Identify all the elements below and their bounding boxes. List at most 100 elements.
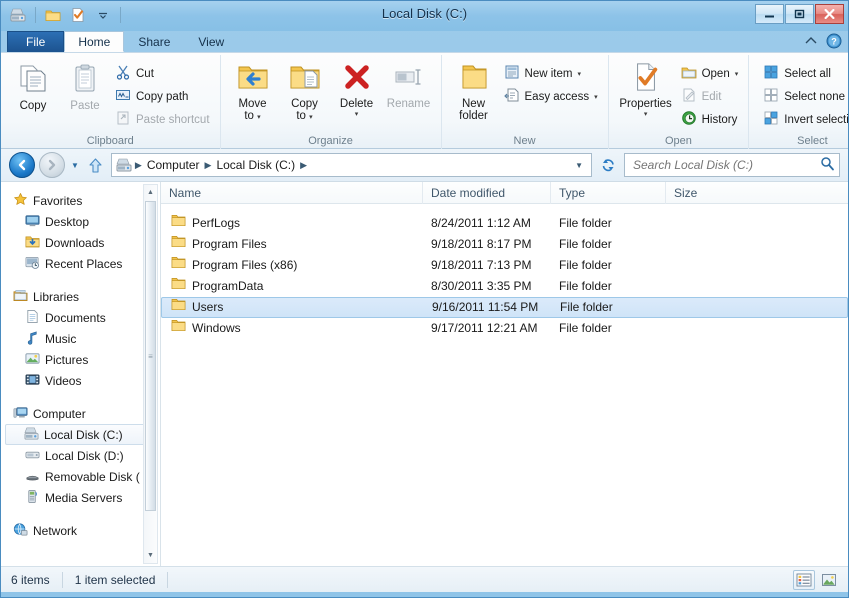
file-name-cell: Users: [162, 297, 424, 318]
select-none-label: Select none: [784, 90, 845, 103]
nav-header-libraries[interactable]: Libraries: [1, 286, 160, 307]
new-item-button[interactable]: New item ▾: [500, 63, 602, 84]
nav-header-favorites[interactable]: Favorites: [1, 190, 160, 211]
edit-button[interactable]: Edit: [677, 86, 743, 107]
table-row[interactable]: Windows 9/17/2011 12:21 AM File folder: [161, 318, 848, 339]
ribbon-group-organize: Move to ▾ Copy to ▾ Delete ▾ Rename Orga…: [219, 55, 441, 149]
nav-header-network[interactable]: Network: [1, 520, 160, 541]
sidebar-item-media-servers[interactable]: Media Servers: [1, 487, 160, 508]
select-none-button[interactable]: Select none: [759, 86, 848, 107]
history-button[interactable]: History: [677, 109, 743, 130]
sidebar-item-local-disk-d[interactable]: Local Disk (D:): [1, 445, 160, 466]
up-button[interactable]: [85, 153, 107, 177]
table-row[interactable]: ProgramData 8/30/2011 3:35 PM File folde…: [161, 276, 848, 297]
select-all-button[interactable]: Select all: [759, 63, 848, 84]
open-button[interactable]: Open ▾: [677, 63, 743, 84]
easy-access-button[interactable]: Easy access ▾: [500, 86, 602, 107]
column-header-date-modified[interactable]: Date modified: [423, 181, 551, 204]
breadcrumb-dropdown-icon[interactable]: ▼: [569, 161, 589, 170]
forward-button[interactable]: [39, 152, 65, 178]
sidebar-item-documents[interactable]: Documents: [1, 307, 160, 328]
properties-button[interactable]: Properties ▾: [615, 59, 677, 118]
easy-access-dropdown-icon[interactable]: ▾: [594, 94, 598, 101]
location-drive-icon: [116, 157, 134, 173]
rename-button[interactable]: Rename: [383, 59, 435, 110]
delete-button[interactable]: Delete ▾: [331, 59, 383, 118]
delete-dropdown-icon[interactable]: ▾: [355, 111, 359, 118]
search-icon[interactable]: [820, 156, 835, 174]
breadcrumb-separator-1[interactable]: ▶: [204, 160, 213, 171]
details-view-button[interactable]: [793, 570, 815, 590]
easy-access-icon: [503, 87, 520, 106]
properties-icon: [631, 62, 661, 95]
nav-spacer-2: [1, 391, 160, 403]
help-icon[interactable]: ?: [826, 33, 842, 52]
move-to-button[interactable]: Move to ▾: [227, 59, 279, 122]
breadcrumb-item-local-disk-c[interactable]: Local Disk (C:): [212, 155, 299, 175]
large-icons-view-button[interactable]: [818, 570, 840, 590]
breadcrumb[interactable]: ▶ Computer ▶ Local Disk (C:) ▶ ▼: [110, 153, 592, 177]
copy-path-button[interactable]: Copy path: [111, 86, 214, 107]
cut-button[interactable]: Cut: [111, 63, 214, 84]
copy-to-label2: to ▾: [296, 110, 313, 122]
copy-label: Copy: [19, 100, 47, 112]
scrollbar-thumb[interactable]: ≡: [145, 201, 156, 511]
close-button[interactable]: [815, 4, 844, 24]
open-dropdown-icon[interactable]: ▾: [735, 71, 739, 78]
invert-selection-button[interactable]: Invert selection: [759, 109, 848, 130]
sidebar-item-pictures[interactable]: Pictures: [1, 349, 160, 370]
paste-shortcut-button[interactable]: Paste shortcut: [111, 109, 214, 130]
tab-home[interactable]: Home: [64, 31, 125, 52]
scroll-up-arrow-icon[interactable]: ▲: [144, 185, 157, 200]
sidebar-item-downloads[interactable]: Downloads: [1, 232, 160, 253]
copy-to-button[interactable]: Copy to ▾: [279, 59, 331, 122]
minimize-button[interactable]: [755, 4, 784, 24]
column-header-name[interactable]: Name: [161, 181, 423, 204]
nav-label-libraries: Libraries: [33, 289, 80, 304]
table-row-selected[interactable]: Users 9/16/2011 11:54 PM File folder: [161, 297, 848, 318]
tab-view[interactable]: View: [184, 31, 238, 52]
new-folder-icon: [458, 62, 490, 95]
sidebar-item-music[interactable]: Music: [1, 328, 160, 349]
invert-selection-icon: [763, 110, 779, 129]
breadcrumb-separator-2[interactable]: ▶: [299, 160, 308, 171]
back-button[interactable]: [9, 152, 35, 178]
table-row[interactable]: Program Files 9/18/2011 8:17 PM File fol…: [161, 234, 848, 255]
collapse-ribbon-icon[interactable]: [804, 35, 818, 50]
open-group-label: Open: [664, 135, 692, 147]
sidebar-item-recent-places[interactable]: Recent Places: [1, 253, 160, 274]
sidebar-item-removable-disk[interactable]: Removable Disk (: [1, 466, 160, 487]
nav-label-computer: Computer: [33, 406, 86, 421]
sidebar-item-videos[interactable]: Videos: [1, 370, 160, 391]
sidebar-item-desktop[interactable]: Desktop: [1, 211, 160, 232]
paste-button[interactable]: Paste: [59, 59, 111, 112]
edit-label: Edit: [701, 90, 722, 103]
table-row[interactable]: PerfLogs 8/24/2011 1:12 AM File folder: [161, 213, 848, 234]
file-rows: PerfLogs 8/24/2011 1:12 AM File folder P…: [161, 204, 848, 339]
scroll-down-arrow-icon[interactable]: ▼: [144, 548, 157, 563]
navigation-pane-scrollbar[interactable]: ▲ ≡ ▼: [143, 184, 158, 564]
open-label: Open: [701, 67, 730, 80]
breadcrumb-item-computer[interactable]: Computer: [143, 155, 204, 175]
window-title: Local Disk (C:): [381, 6, 468, 21]
sidebar-item-local-disk-c[interactable]: Local Disk (C:): [5, 424, 154, 445]
tab-share[interactable]: Share: [124, 31, 184, 52]
breadcrumb-separator-0[interactable]: ▶: [134, 160, 143, 171]
refresh-button[interactable]: [596, 153, 620, 177]
table-row[interactable]: Program Files (x86) 9/18/2011 7:13 PM Fi…: [161, 255, 848, 276]
recent-locations-dropdown[interactable]: ▼: [69, 161, 81, 170]
search-input[interactable]: [633, 158, 820, 172]
column-header-type[interactable]: Type: [551, 181, 666, 204]
search-box[interactable]: [624, 153, 840, 177]
new-folder-button[interactable]: New folder: [448, 59, 500, 122]
properties-dropdown-icon[interactable]: ▾: [644, 111, 648, 118]
tab-file[interactable]: File: [7, 31, 65, 52]
ribbon-group-select: Select all Select none Invert selecti Se…: [748, 55, 848, 149]
column-header-size[interactable]: Size: [666, 182, 746, 204]
nav-header-computer[interactable]: Computer: [1, 403, 160, 424]
file-date-cell: 9/18/2011 7:13 PM: [431, 258, 532, 272]
copy-button[interactable]: Copy: [7, 59, 59, 112]
file-size-cell: [667, 297, 747, 318]
restore-button[interactable]: [785, 4, 814, 24]
new-item-dropdown-icon[interactable]: ▾: [577, 71, 581, 78]
